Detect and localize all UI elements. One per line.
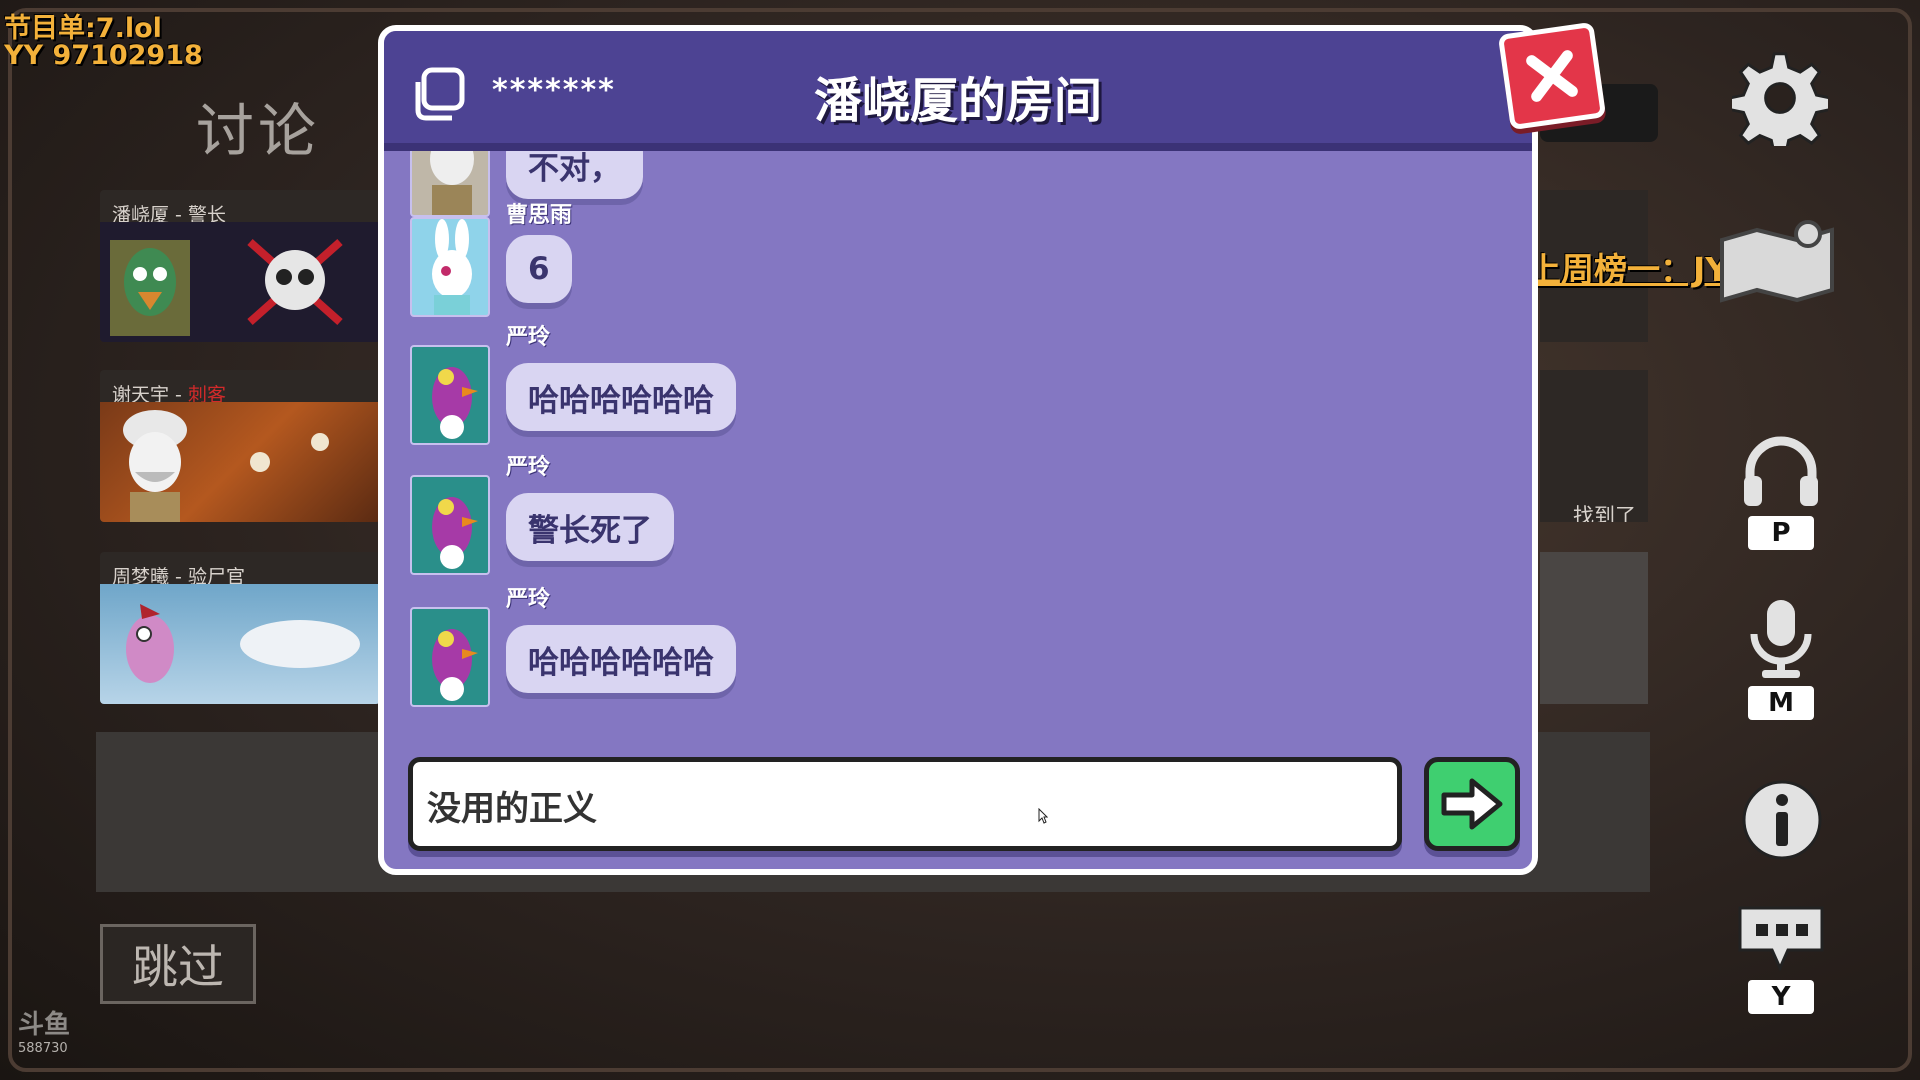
sender-name: 严玲 [506, 455, 551, 480]
headphones-icon [1744, 436, 1818, 506]
message-bubble: 6 [506, 235, 572, 303]
push-to-talk-key: P [1748, 516, 1814, 550]
mic-key: M [1748, 686, 1814, 720]
chat-input[interactable] [413, 762, 1354, 848]
close-button[interactable] [1497, 21, 1607, 131]
close-icon [1526, 50, 1578, 102]
message-bubble: 哈哈哈哈哈哈 [506, 363, 736, 431]
sender-name: 严玲 [506, 325, 551, 350]
player-card[interactable]: 谢天宇 - 刺客 [100, 370, 380, 522]
avatar [410, 475, 490, 575]
avatar [410, 345, 490, 445]
duck-flower-avatar-icon [432, 367, 478, 439]
player-card[interactable]: 潘峣厦 - 警长 [100, 190, 380, 342]
header-divider [384, 143, 1532, 151]
discussion-title: 讨论 [196, 97, 321, 165]
send-button[interactable] [1424, 757, 1520, 851]
mouse-cursor-icon [1038, 808, 1048, 824]
douyu-watermark: 斗鱼 588730 [18, 1010, 71, 1056]
info-icon[interactable] [1740, 778, 1824, 862]
push-to-talk-control[interactable]: P [1738, 432, 1824, 550]
avatar [410, 607, 490, 707]
skip-button[interactable]: 跳过 [100, 924, 256, 1004]
sender-name: 曹思雨 [506, 203, 573, 228]
player-card-right[interactable] [1540, 552, 1648, 704]
chat-input-wrapper [408, 757, 1402, 851]
avatar [410, 217, 490, 317]
player-portrait [100, 584, 380, 704]
room-chat-modal: ******* 潘峣厦的房间 不对， 曹思雨 6 严玲 哈哈哈哈哈哈 严玲 警长… [378, 25, 1538, 875]
rabbit-avatar-icon [432, 219, 472, 315]
player-portrait [100, 402, 380, 522]
gear-icon[interactable] [1732, 50, 1828, 146]
player-card-right[interactable]: 找到了 [1540, 370, 1648, 522]
duck-flower-avatar-icon [432, 497, 478, 569]
message-bubble: 警长死了 [506, 493, 674, 561]
duck-flower-avatar-icon [432, 629, 478, 701]
message-bubble: 哈哈哈哈哈哈 [506, 625, 736, 693]
chat-bubble-icon [1738, 906, 1824, 972]
avatar [410, 151, 490, 217]
modal-header: ******* 潘峣厦的房间 [384, 31, 1532, 151]
microphone-icon [1750, 600, 1812, 678]
player-portrait [100, 222, 380, 342]
yy-id-overlay: YY 97102918 [4, 40, 203, 71]
mic-control[interactable]: M [1738, 596, 1824, 720]
message-bubble: 不对， [506, 151, 643, 199]
dead-skull-icon [247, 239, 343, 325]
parrot-avatar-icon [110, 239, 343, 336]
map-icon[interactable] [1712, 210, 1842, 310]
chat-key: Y [1748, 980, 1814, 1014]
pink-goose-avatar-icon [126, 604, 360, 683]
sender-name: 严玲 [506, 587, 551, 612]
chat-log[interactable]: 不对， 曹思雨 6 严玲 哈哈哈哈哈哈 严玲 警长死了 严玲 哈哈哈哈哈哈 [384, 151, 1532, 761]
room-title: 潘峣厦的房间 [813, 73, 1102, 129]
player-card[interactable]: 周梦曦 - 验尸官 [100, 552, 380, 704]
chat-control[interactable]: Y [1738, 902, 1824, 1014]
goose-turban-avatar-icon [430, 151, 474, 215]
found-label: 找到了 [1573, 504, 1636, 522]
goose-turban-avatar-icon [123, 410, 329, 522]
arrow-right-icon [1441, 778, 1503, 830]
